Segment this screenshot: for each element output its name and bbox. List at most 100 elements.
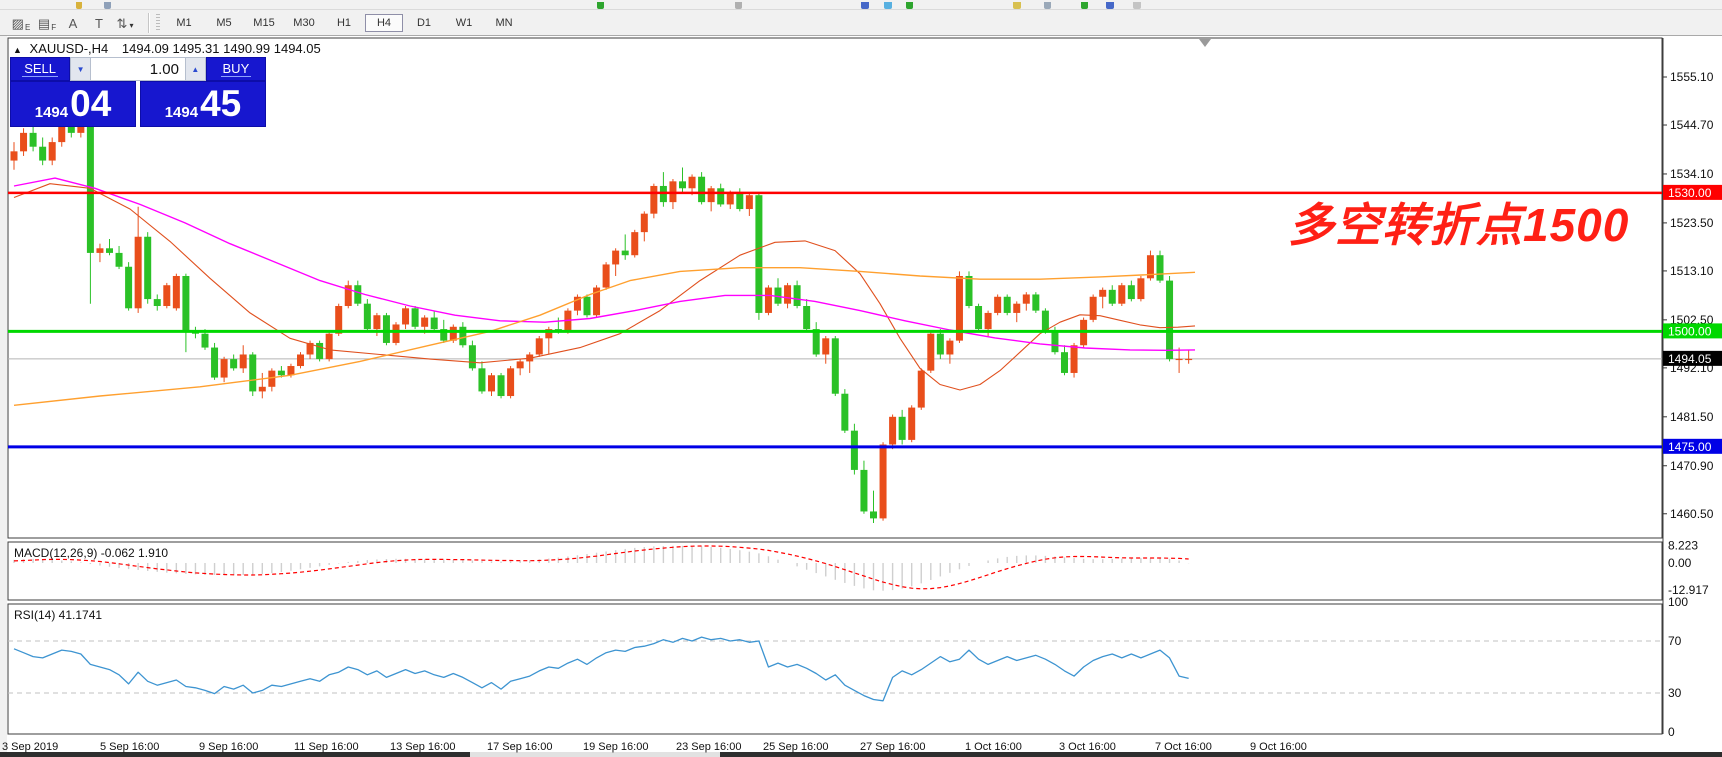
mt4-window: { "toolbar": { "tools": [ {"name":"equid… xyxy=(0,0,1722,757)
current-price-badge-label: 1494.05 xyxy=(1668,352,1712,366)
candle-body xyxy=(708,188,715,202)
candle-body xyxy=(221,359,228,377)
time-axis-label: 3 Oct 16:00 xyxy=(1059,741,1116,753)
macd-axis-label: 8.223 xyxy=(1668,539,1698,553)
bid-price[interactable]: 1494 04 xyxy=(10,81,136,127)
one-click-trading-panel: SELL ▼ ▲ BUY 1494 04 1494 45 xyxy=(10,57,266,127)
ask-price[interactable]: 1494 45 xyxy=(140,81,266,127)
candle-body xyxy=(30,133,37,147)
candle-body xyxy=(478,368,485,391)
candle-body xyxy=(459,327,466,345)
candle-body xyxy=(603,264,610,287)
bid-price-pips: 04 xyxy=(70,82,111,126)
candle-body xyxy=(641,214,648,232)
price-tick-label: 1460.50 xyxy=(1670,507,1714,521)
candle-body xyxy=(20,133,27,151)
time-axis-label: 27 Sep 16:00 xyxy=(860,741,925,753)
candle-body xyxy=(1157,255,1164,280)
price-tick-label: 1470.90 xyxy=(1670,459,1714,473)
candle-body xyxy=(1004,297,1011,313)
candle-body xyxy=(622,251,629,256)
candle-body xyxy=(584,297,591,315)
price-tick-label: 1555.10 xyxy=(1670,70,1714,84)
rsi-label: RSI(14) 41.1741 xyxy=(14,608,102,622)
price-tick-label: 1481.50 xyxy=(1670,410,1714,424)
candle-body xyxy=(985,313,992,329)
candle-body xyxy=(49,142,56,160)
candle-body xyxy=(96,248,103,253)
volume-decrease-button[interactable]: ▼ xyxy=(70,57,91,81)
candle-body xyxy=(889,417,896,445)
time-axis-label: 25 Sep 16:00 xyxy=(763,741,828,753)
volume-increase-button[interactable]: ▲ xyxy=(185,57,206,81)
candle-body xyxy=(689,177,696,189)
time-axis-label: 13 Sep 16:00 xyxy=(390,741,455,753)
candle-body xyxy=(326,334,333,359)
symbol-info-line: ▲ XAUUSD-,H4 1494.09 1495.31 1490.99 149… xyxy=(13,41,321,56)
candle-body xyxy=(507,368,514,396)
candle-body xyxy=(469,345,476,368)
time-axis-label: 9 Oct 16:00 xyxy=(1250,741,1307,753)
panel-splitter-rsi[interactable] xyxy=(8,600,1662,604)
candle-body xyxy=(717,188,724,204)
candle-body xyxy=(173,276,180,308)
candle-body xyxy=(1051,331,1058,352)
candle-body xyxy=(860,470,867,512)
candle-body xyxy=(11,151,18,160)
time-axis-label: 11 Sep 16:00 xyxy=(294,741,359,753)
candle-body xyxy=(230,359,237,368)
candle-body xyxy=(612,251,619,265)
candle-body xyxy=(1061,352,1068,373)
candle-body xyxy=(402,308,409,324)
candle-body xyxy=(335,306,342,334)
candle-body xyxy=(240,354,247,368)
candle-body xyxy=(1099,290,1106,297)
candle-body xyxy=(650,186,657,214)
candle-body xyxy=(765,288,772,313)
candle-body xyxy=(736,193,743,209)
candle-body xyxy=(39,147,46,161)
price-level-badge-label: 1475.00 xyxy=(1668,440,1712,454)
candle-body xyxy=(106,248,113,253)
candle-body xyxy=(1042,311,1049,332)
candle-body xyxy=(488,375,495,391)
candle-body xyxy=(373,315,380,329)
ma-slow-line xyxy=(14,268,1195,406)
candle-body xyxy=(116,253,123,267)
ask-price-pips: 45 xyxy=(200,82,241,126)
rsi-line xyxy=(14,637,1189,701)
candle-body xyxy=(383,315,390,343)
candle-body xyxy=(297,354,304,366)
macd-label: MACD(12,26,9) -0.062 1.910 xyxy=(14,546,168,560)
candle-body xyxy=(1185,359,1192,360)
candle-body xyxy=(994,297,1001,313)
time-axis-label: 3 Sep 2019 xyxy=(2,741,58,753)
candle-body xyxy=(698,177,705,202)
candle-body xyxy=(154,299,161,306)
chart-marker-icon: ▲ xyxy=(13,45,22,55)
candle-body xyxy=(1109,290,1116,304)
candle-body xyxy=(803,306,810,329)
candle-body xyxy=(746,195,753,209)
sell-button[interactable]: SELL xyxy=(10,57,70,81)
candle-body xyxy=(1128,285,1135,299)
price-level-badge-label: 1530.00 xyxy=(1668,186,1712,200)
time-axis-label: 23 Sep 16:00 xyxy=(676,741,741,753)
volume-input[interactable] xyxy=(91,57,185,81)
candle-body xyxy=(125,267,132,309)
candle-body xyxy=(1137,278,1144,299)
candle-body xyxy=(364,304,371,329)
candle-body xyxy=(412,308,419,326)
panel-splitter-macd[interactable] xyxy=(8,538,1662,542)
candle-body xyxy=(918,371,925,408)
candle-body xyxy=(287,366,294,375)
price-tick-label: 1544.70 xyxy=(1670,118,1714,132)
rsi-panel-border xyxy=(8,604,1662,734)
candle-body xyxy=(880,445,887,519)
candle-body xyxy=(517,361,524,368)
bid-price-handle: 1494 xyxy=(35,104,68,126)
buy-button[interactable]: BUY xyxy=(206,57,266,81)
macd-signal-line xyxy=(14,546,1189,589)
candle-body xyxy=(135,237,142,309)
time-axis-label: 5 Sep 16:00 xyxy=(100,741,159,753)
